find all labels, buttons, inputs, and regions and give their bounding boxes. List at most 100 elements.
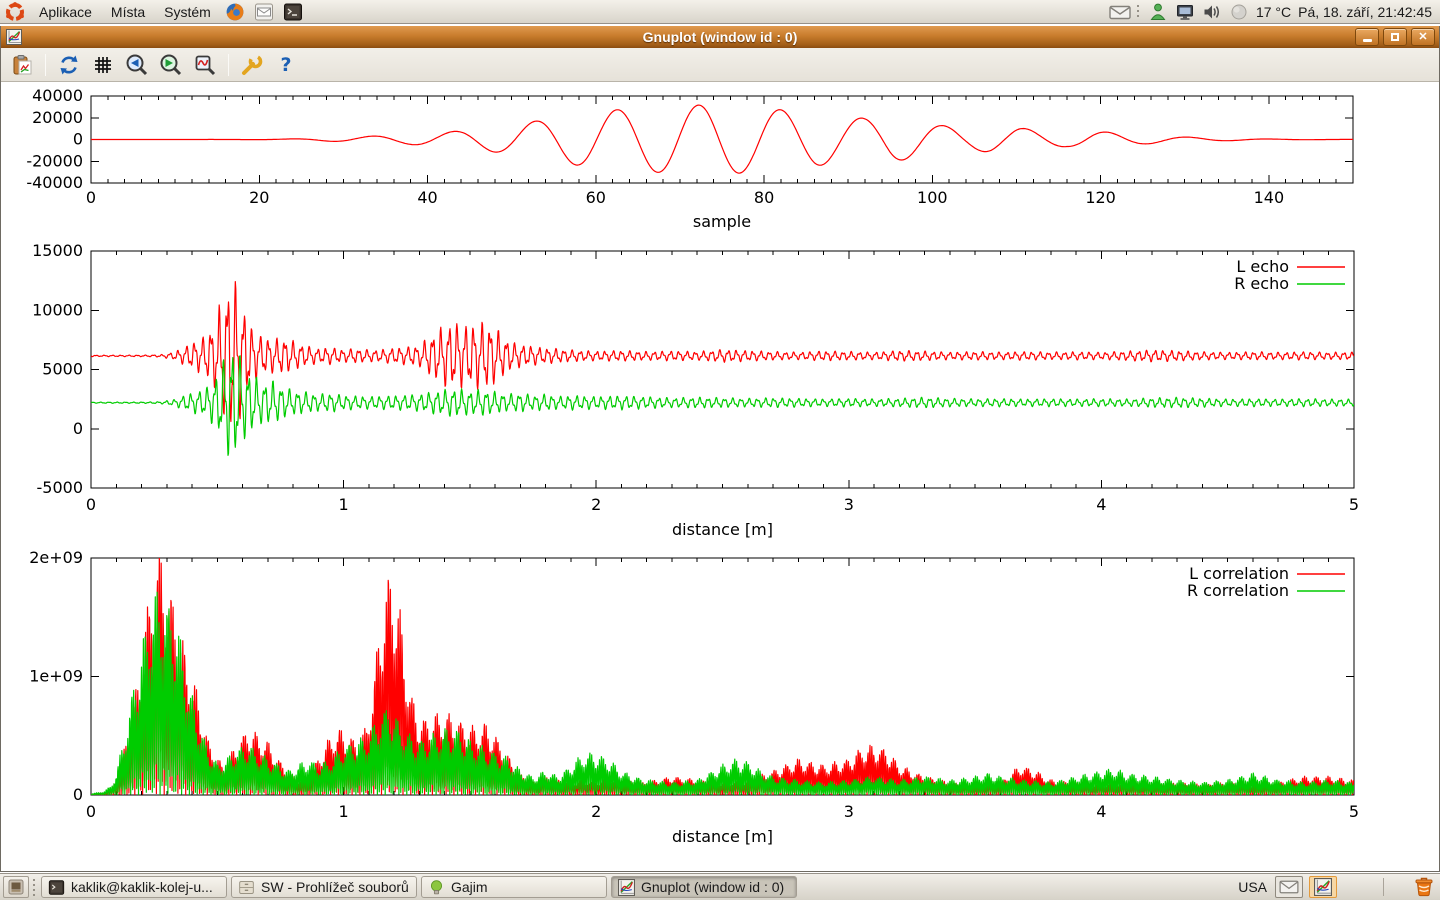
clock[interactable]: Pá, 18. září, 21:42:45 <box>1298 4 1432 20</box>
svg-text:5: 5 <box>1349 495 1359 514</box>
temperature-indicator[interactable]: 17 °C <box>1256 4 1291 20</box>
gnuplot-tray-icon[interactable] <box>1309 876 1337 898</box>
svg-text:R echo: R echo <box>1234 274 1289 293</box>
svg-text:2e+09: 2e+09 <box>29 548 83 567</box>
svg-text:0: 0 <box>73 419 83 438</box>
task-file-manager[interactable]: SW - Prohlížeč souborů <box>231 876 417 898</box>
file-manager-icon <box>238 879 255 896</box>
toolbar-separator <box>45 54 46 76</box>
gnuplot-icon <box>6 29 22 45</box>
trash-full-icon[interactable] <box>1412 874 1436 900</box>
svg-text:40000: 40000 <box>32 86 83 105</box>
svg-text:distance [m]: distance [m] <box>672 520 773 539</box>
svg-text:R correlation: R correlation <box>1187 581 1289 600</box>
svg-text:1: 1 <box>339 802 349 821</box>
plots-svg: 020406080100120140-40000-200000200004000… <box>1 82 1439 871</box>
svg-text:20000: 20000 <box>32 108 83 127</box>
keyboard-layout-indicator[interactable]: USA <box>1238 879 1267 895</box>
taskbar: kaklik@kaklik-kolej-u... SW - Prohlížeč … <box>0 873 1440 900</box>
gnuplot-icon <box>618 879 635 896</box>
volume-icon[interactable] <box>1202 2 1222 22</box>
svg-text:?: ? <box>280 54 291 76</box>
firefox-icon[interactable] <box>225 2 245 22</box>
zoom-next-icon[interactable] <box>158 52 184 78</box>
task-label: Gnuplot (window id : 0) <box>641 879 784 895</box>
svg-text:3: 3 <box>844 802 854 821</box>
copy-icon[interactable] <box>9 52 35 78</box>
zoom-previous-icon[interactable] <box>124 52 150 78</box>
svg-text:4: 4 <box>1096 802 1106 821</box>
user-available-icon[interactable] <box>1148 2 1168 22</box>
svg-text:2: 2 <box>591 495 601 514</box>
svg-text:80: 80 <box>754 188 774 207</box>
tasklist-handle[interactable] <box>32 878 38 896</box>
menu-system[interactable]: Systém <box>159 2 216 22</box>
svg-text:0: 0 <box>86 495 96 514</box>
svg-text:100: 100 <box>917 188 948 207</box>
svg-text:40: 40 <box>417 188 437 207</box>
svg-text:3: 3 <box>844 495 854 514</box>
svg-text:4: 4 <box>1096 495 1106 514</box>
svg-text:-5000: -5000 <box>37 478 84 497</box>
tray-separator <box>1383 878 1384 896</box>
mail-icon[interactable] <box>254 2 274 22</box>
display-icon[interactable] <box>1175 2 1195 22</box>
desktop: Aplikace Místa Systém <box>0 0 1440 900</box>
gnuplot-window: Gnuplot (window id : 0) ✕ <box>0 26 1440 872</box>
plot-canvas[interactable]: 020406080100120140-40000-200000200004000… <box>1 82 1439 871</box>
svg-text:1e+09: 1e+09 <box>29 667 83 686</box>
mail-notification-icon[interactable] <box>1109 2 1129 22</box>
chart-1: 012345-5000050001000015000distance [m]L … <box>32 241 1359 539</box>
svg-text:60: 60 <box>586 188 606 207</box>
ubuntu-logo-icon[interactable] <box>5 2 25 22</box>
terminal-icon[interactable] <box>283 2 303 22</box>
svg-text:0: 0 <box>86 188 96 207</box>
svg-text:20: 20 <box>249 188 269 207</box>
svg-text:sample: sample <box>693 212 751 231</box>
svg-text:0: 0 <box>73 785 83 804</box>
panel-notification-area: 17 °C Pá, 18. září, 21:42:45 <box>1109 2 1440 22</box>
top-panel: Aplikace Místa Systém <box>0 0 1440 24</box>
svg-text:1: 1 <box>339 495 349 514</box>
taskbar-tray: USA <box>1238 874 1440 900</box>
svg-text:0: 0 <box>86 802 96 821</box>
close-button[interactable]: ✕ <box>1411 28 1435 46</box>
svg-text:2: 2 <box>591 802 601 821</box>
chart-2: 01234501e+092e+09distance [m]L correlati… <box>29 548 1359 846</box>
applet-handle[interactable] <box>1136 4 1141 20</box>
grid-icon[interactable] <box>90 52 116 78</box>
panel-menus: Aplikace Místa Systém <box>0 2 303 22</box>
show-desktop-button[interactable] <box>3 876 29 898</box>
menu-applications[interactable]: Aplikace <box>34 2 97 22</box>
task-gnuplot[interactable]: Gnuplot (window id : 0) <box>611 876 797 898</box>
mail-notification-icon[interactable] <box>1275 876 1303 898</box>
refresh-icon[interactable] <box>56 52 82 78</box>
configure-icon[interactable] <box>239 52 265 78</box>
svg-text:0: 0 <box>73 130 83 149</box>
svg-text:-20000: -20000 <box>26 151 83 170</box>
weather-icon[interactable] <box>1229 2 1249 22</box>
titlebar[interactable]: Gnuplot (window id : 0) ✕ <box>1 26 1439 48</box>
menu-places[interactable]: Místa <box>106 2 150 22</box>
svg-text:120: 120 <box>1085 188 1116 207</box>
toolbar: ? <box>1 48 1439 82</box>
svg-text:15000: 15000 <box>32 241 83 260</box>
maximize-button[interactable] <box>1383 28 1407 46</box>
svg-text:5: 5 <box>1349 802 1359 821</box>
task-label: SW - Prohlížeč souborů <box>261 879 409 895</box>
task-gajim[interactable]: Gajim <box>421 876 607 898</box>
svg-text:-40000: -40000 <box>26 173 83 192</box>
toolbar-separator <box>228 54 229 76</box>
minimize-button[interactable] <box>1355 28 1379 46</box>
gajim-icon <box>428 879 445 896</box>
task-label: Gajim <box>451 879 488 895</box>
task-label: kaklik@kaklik-kolej-u... <box>71 879 213 895</box>
autoscale-icon[interactable] <box>192 52 218 78</box>
svg-text:10000: 10000 <box>32 300 83 319</box>
svg-text:5000: 5000 <box>42 360 83 379</box>
help-icon[interactable]: ? <box>273 52 299 78</box>
task-terminal[interactable]: kaklik@kaklik-kolej-u... <box>41 876 227 898</box>
window-title: Gnuplot (window id : 0) <box>643 29 798 45</box>
svg-text:140: 140 <box>1254 188 1285 207</box>
terminal-icon <box>48 879 65 896</box>
